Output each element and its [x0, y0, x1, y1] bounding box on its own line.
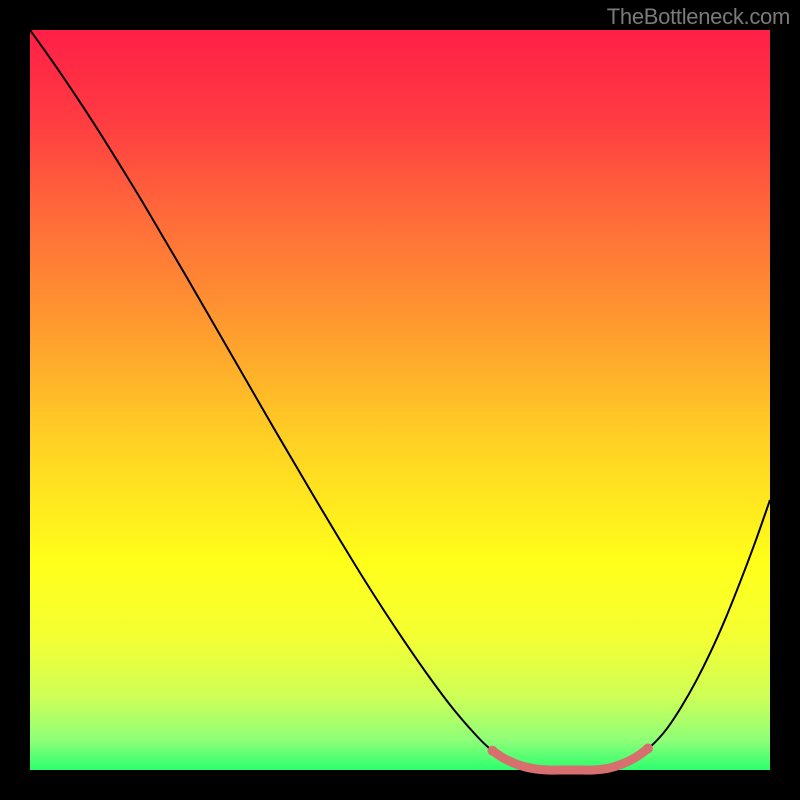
- watermark-text: TheBottleneck.com: [607, 4, 790, 30]
- bottleneck-chart: [0, 0, 800, 800]
- marker-1: [643, 744, 653, 754]
- chart-container: TheBottleneck.com: [0, 0, 800, 800]
- plot-background: [30, 30, 770, 770]
- marker-0: [488, 746, 498, 756]
